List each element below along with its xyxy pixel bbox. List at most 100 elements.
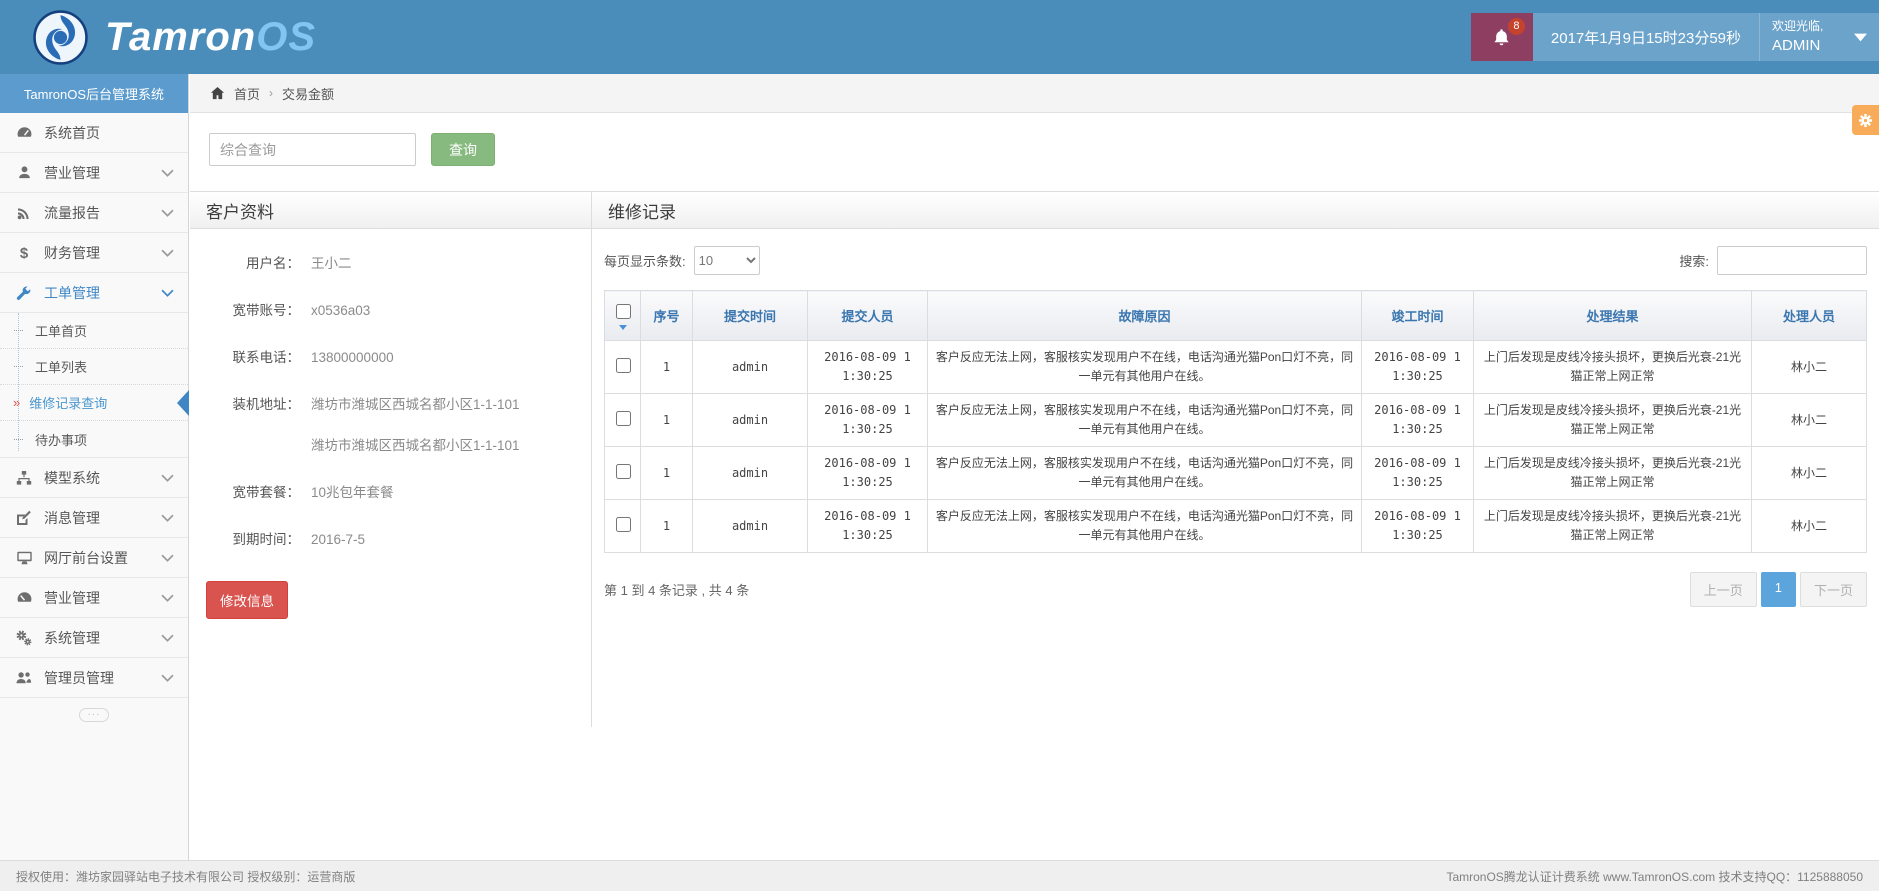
sidebar-subitem-workorder-list[interactable]: 工单列表: [0, 349, 188, 385]
cell-finish-time: 2016-08-09 11:30:25: [1362, 447, 1474, 500]
logo-globe-icon: [32, 9, 89, 66]
sort-caret-icon: [619, 325, 627, 330]
dotted-prefix-icon: [14, 366, 23, 367]
customer-panel-title: 客户资料: [190, 192, 591, 229]
column-header[interactable]: 故障原因: [928, 291, 1362, 341]
cell-submit-person: 2016-08-09 11:30:25: [808, 500, 928, 553]
column-header[interactable]: 处理结果: [1474, 291, 1752, 341]
chevron-down-icon: [161, 554, 174, 562]
caret-down-icon: [1854, 33, 1867, 42]
per-page-select[interactable]: 10: [694, 246, 760, 275]
sidebar-subitem-label: 工单列表: [35, 357, 87, 376]
cell-handler: 林小二: [1752, 500, 1867, 553]
cell-seq: 1: [641, 500, 693, 553]
sidebar-item-admin-mgmt[interactable]: 管理员管理: [0, 658, 188, 698]
edit-info-button[interactable]: 修改信息: [206, 581, 288, 619]
gauge-icon: [15, 589, 33, 606]
sidebar-item-system-mgmt[interactable]: 系统管理: [0, 618, 188, 658]
search-input[interactable]: [209, 133, 416, 166]
settings-fab-button[interactable]: [1852, 105, 1879, 135]
chevron-down-icon: [161, 474, 174, 482]
column-header[interactable]: 提交时间: [693, 291, 808, 341]
sidebar-subitem-label: 待办事项: [35, 430, 87, 449]
field-value: 王小二: [311, 254, 352, 273]
table-search-input[interactable]: [1717, 246, 1867, 275]
sitemap-icon: [15, 470, 33, 486]
query-button[interactable]: 查询: [431, 133, 495, 166]
sidebar-title: TamronOS后台管理系统: [0, 74, 188, 113]
cell-seq: 1: [641, 341, 693, 394]
logo-accent: OS: [256, 15, 316, 59]
cell-seq: 1: [641, 447, 693, 500]
sidebar-subitem-todo-items[interactable]: 待办事项: [0, 421, 188, 457]
sidebar-subitem-repair-record-query[interactable]: »维修记录查询: [0, 385, 188, 421]
sidebar-item-business-mgmt[interactable]: 营业管理: [0, 153, 188, 193]
table-search-label: 搜索:: [1679, 251, 1709, 270]
sidebar-item-model-system[interactable]: 模型系统: [0, 458, 188, 498]
dotted-prefix-icon: [14, 330, 23, 331]
table-controls: 每页显示条数: 10 搜索:: [592, 229, 1879, 290]
sidebar-item-message-mgmt[interactable]: 消息管理: [0, 498, 188, 538]
sidebar-item-traffic-report[interactable]: 流量报告: [0, 193, 188, 233]
table-row: 1admin2016-08-09 11:30:25客户反应无法上网，客服核实发现…: [605, 500, 1867, 553]
footer-license-text: 授权使用：潍坊家园驿站电子技术有限公司 授权级别：运营商版: [16, 868, 355, 885]
field-label: 用户名：: [206, 254, 300, 273]
breadcrumb-home[interactable]: 首页: [234, 84, 260, 103]
cell-submit-person: 2016-08-09 11:30:25: [808, 447, 928, 500]
cell-checkbox: [605, 447, 641, 500]
sidebar-item-webportal-settings[interactable]: 网厅前台设置: [0, 538, 188, 578]
notifications-button[interactable]: 8: [1471, 13, 1533, 61]
column-header[interactable]: 提交人员: [808, 291, 928, 341]
customer-panel: 客户资料 用户名：王小二宽带账号：x0536a03联系电话：1380000000…: [190, 192, 592, 727]
row-checkbox[interactable]: [616, 358, 631, 373]
customer-fields: 用户名：王小二宽带账号：x0536a03联系电话：13800000000装机地址…: [190, 229, 591, 549]
field-label: 联系电话：: [206, 348, 300, 367]
signal-icon: [15, 205, 33, 221]
sidebar-collapse-handle[interactable]: ···: [79, 708, 109, 722]
chevron-down-icon: [161, 674, 174, 682]
edit-icon: [15, 510, 33, 526]
prev-page-button[interactable]: 上一页: [1690, 572, 1757, 607]
repair-records-table: 序号提交时间提交人员故障原因竣工时间处理结果处理人员 1admin2016-08…: [604, 290, 1867, 553]
repair-records-panel: 维修记录 每页显示条数: 10 搜索:: [592, 192, 1879, 727]
column-header[interactable]: 竣工时间: [1362, 291, 1474, 341]
dollar-icon: $: [15, 245, 33, 261]
column-header[interactable]: 序号: [641, 291, 693, 341]
sidebar-item-finance-mgmt[interactable]: $财务管理: [0, 233, 188, 273]
cell-finish-time: 2016-08-09 11:30:25: [1362, 341, 1474, 394]
table-row: 1admin2016-08-09 11:30:25客户反应无法上网，客服核实发现…: [605, 394, 1867, 447]
notification-badge: 8: [1508, 18, 1525, 35]
column-header[interactable]: 处理人员: [1752, 291, 1867, 341]
row-checkbox[interactable]: [616, 411, 631, 426]
sidebar-subitem-label: 维修记录查询: [29, 393, 107, 412]
cell-fault: 客户反应无法上网，客服核实发现用户不在线，电话沟通光猫Pon口灯不亮，同一单元有…: [928, 341, 1362, 394]
select-all-header: [605, 291, 641, 341]
records-header-row: 序号提交时间提交人员故障原因竣工时间处理结果处理人员: [605, 291, 1867, 341]
row-checkbox[interactable]: [616, 464, 631, 479]
gear-icon: [1858, 113, 1873, 128]
top-header: TamronOS 8 2017年1月9日15时23分59秒 欢迎光临, ADMI…: [0, 0, 1879, 74]
dotted-prefix-icon: [14, 439, 23, 440]
records-body: 1admin2016-08-09 11:30:25客户反应无法上网，客服核实发现…: [605, 341, 1867, 553]
sidebar-item-label: 营业管理: [44, 588, 100, 608]
sidebar-item-business-mgmt-2[interactable]: 营业管理: [0, 578, 188, 618]
select-all-checkbox[interactable]: [616, 304, 631, 319]
sidebar-item-system-home[interactable]: 系统首页: [0, 113, 188, 153]
home-icon[interactable]: [210, 86, 225, 101]
table-footer: 第 1 到 4 条记录 , 共 4 条 上一页 1 下一页: [592, 553, 1879, 626]
content-panels: 客户资料 用户名：王小二宽带账号：x0536a03联系电话：1380000000…: [190, 191, 1879, 727]
breadcrumb-current: 交易金额: [282, 84, 334, 103]
user-menu[interactable]: 欢迎光临, ADMIN: [1759, 13, 1879, 61]
records-panel-title: 维修记录: [592, 192, 1879, 229]
sidebar-item-workorder-mgmt[interactable]: 工单管理: [0, 273, 188, 313]
cell-submit-time: admin: [693, 500, 808, 553]
chevron-down-icon: [161, 289, 174, 297]
sidebar-item-label: 流量报告: [44, 203, 100, 223]
cell-fault: 客户反应无法上网，客服核实发现用户不在线，电话沟通光猫Pon口灯不亮，同一单元有…: [928, 500, 1362, 553]
page-1-button[interactable]: 1: [1761, 572, 1796, 607]
sidebar-subitem-workorder-home[interactable]: 工单首页: [0, 313, 188, 349]
sidebar-item-label: 管理员管理: [44, 668, 114, 688]
row-checkbox[interactable]: [616, 517, 631, 532]
next-page-button[interactable]: 下一页: [1800, 572, 1867, 607]
sidebar-item-label: 工单管理: [44, 283, 100, 303]
